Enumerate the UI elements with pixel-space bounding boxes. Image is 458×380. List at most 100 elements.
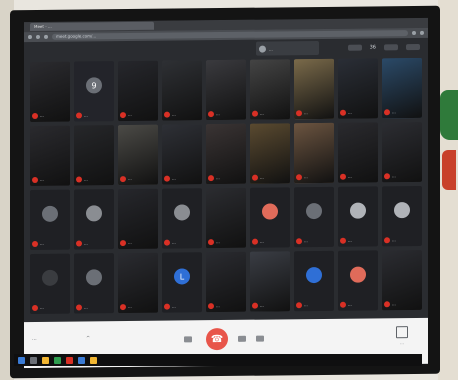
app-icon[interactable] xyxy=(66,356,73,364)
participant-tile[interactable]: ... xyxy=(382,121,422,183)
mic-off-icon xyxy=(384,301,390,308)
star-icon[interactable] xyxy=(412,30,416,36)
present-now-button[interactable]: ... xyxy=(392,326,412,345)
participant-name: ... xyxy=(260,238,264,244)
participant-name: ... xyxy=(128,303,132,310)
folder-icon[interactable] xyxy=(42,356,49,364)
presenter-chip[interactable]: ... xyxy=(256,41,319,56)
participant-name: ... xyxy=(40,176,44,182)
participant-name: ... xyxy=(172,303,176,309)
participant-tile[interactable]: ... xyxy=(338,58,378,119)
participant-name: ... xyxy=(348,109,352,115)
participant-tile[interactable]: ... xyxy=(30,125,70,187)
browser-tab[interactable]: Meet - ... xyxy=(30,21,154,32)
participant-tile[interactable]: ... xyxy=(250,187,290,248)
participant-name: ... xyxy=(392,109,396,115)
participant-tile[interactable]: ... xyxy=(162,188,202,249)
forward-icon[interactable] xyxy=(36,34,40,39)
mic-off-icon xyxy=(296,174,302,181)
participant-tile[interactable]: ... xyxy=(118,60,158,122)
participant-avatar xyxy=(86,205,102,222)
mic-off-icon xyxy=(76,112,82,119)
mic-off-icon xyxy=(384,109,390,116)
participant-tile[interactable]: ... xyxy=(74,125,114,186)
participant-tile[interactable]: ... xyxy=(338,250,378,311)
participant-name: ... xyxy=(172,111,176,117)
mic-off-icon xyxy=(120,304,126,311)
participant-tile[interactable]: ... xyxy=(162,60,202,121)
participant-tile[interactable]: L... xyxy=(162,252,202,313)
participant-tile[interactable]: ... xyxy=(74,189,114,250)
participant-tile[interactable]: ... xyxy=(118,252,158,314)
mic-off-icon xyxy=(32,112,38,120)
app-icon[interactable] xyxy=(78,356,85,364)
screen: Meet - ... meet.google.com/... 36 ... ..… xyxy=(24,17,428,369)
participant-tile[interactable]: ... xyxy=(206,123,246,185)
participant-tile[interactable]: ... xyxy=(382,185,422,247)
participant-name: ... xyxy=(172,175,176,181)
participant-tile[interactable]: ... xyxy=(250,59,290,120)
participant-name: ... xyxy=(260,302,264,308)
participant-name: ... xyxy=(216,303,220,309)
participant-tile[interactable]: ... xyxy=(206,59,246,121)
participant-tile[interactable]: ... xyxy=(294,186,334,248)
participant-tile[interactable]: ... xyxy=(30,189,70,251)
participant-tile[interactable]: ... xyxy=(30,61,70,123)
mic-off-icon xyxy=(76,304,82,311)
participant-avatar xyxy=(350,266,366,283)
participant-name: ... xyxy=(216,175,220,181)
chat-icon[interactable] xyxy=(384,44,398,51)
back-icon[interactable] xyxy=(28,35,32,40)
participant-tile[interactable]: ... xyxy=(294,58,334,120)
search-icon[interactable] xyxy=(30,356,37,364)
participant-tile[interactable]: ... xyxy=(74,253,114,314)
app-icon[interactable] xyxy=(54,356,61,364)
participant-avatar xyxy=(42,269,58,286)
participant-tile[interactable]: ... xyxy=(118,124,158,186)
participant-name: ... xyxy=(40,304,44,310)
participant-tile[interactable]: ... xyxy=(250,123,290,184)
participant-tile[interactable]: 9... xyxy=(74,61,114,122)
chevron-up-icon[interactable]: ^ xyxy=(86,335,90,341)
menu-icon[interactable] xyxy=(420,30,424,35)
participant-tile[interactable]: ... xyxy=(250,251,290,312)
mic-off-icon xyxy=(340,173,346,180)
participant-tile[interactable]: ... xyxy=(30,253,70,315)
participant-tile[interactable]: ... xyxy=(338,122,378,183)
phone-icon: ☎ xyxy=(210,333,224,345)
mic-icon[interactable] xyxy=(184,336,192,343)
mic-off-icon xyxy=(120,112,126,119)
mic-off-icon xyxy=(164,303,170,310)
hangup-button[interactable]: ☎ xyxy=(206,327,228,351)
mic-off-icon xyxy=(252,238,258,245)
mic-off-icon xyxy=(76,240,82,247)
taskbar xyxy=(14,354,422,366)
participant-avatar xyxy=(262,203,278,220)
participant-name: ... xyxy=(348,237,352,243)
participant-tile[interactable]: ... xyxy=(162,124,202,185)
participant-name: ... xyxy=(84,304,88,310)
captions-icon[interactable] xyxy=(256,335,264,342)
participant-name: ... xyxy=(260,110,264,116)
participant-tile[interactable]: ... xyxy=(294,122,334,184)
activities-icon[interactable] xyxy=(406,43,420,51)
mic-off-icon xyxy=(252,110,258,117)
chrome-icon[interactable] xyxy=(90,356,97,364)
meeting-details[interactable]: ... xyxy=(32,336,37,342)
participant-tile[interactable]: ... xyxy=(382,57,422,119)
start-icon[interactable] xyxy=(18,356,25,364)
camera-icon[interactable] xyxy=(238,335,246,342)
participant-tile[interactable]: ... xyxy=(118,188,158,250)
participant-tile[interactable]: ... xyxy=(206,187,246,249)
participant-name: ... xyxy=(128,111,132,118)
reload-icon[interactable] xyxy=(44,34,48,39)
people-icon[interactable] xyxy=(347,44,362,51)
participant-name: ... xyxy=(216,239,220,245)
mic-off-icon xyxy=(252,174,258,181)
participant-tile[interactable]: ... xyxy=(294,250,334,312)
participant-tile[interactable]: ... xyxy=(206,251,246,313)
participant-tile[interactable]: ... xyxy=(338,186,378,247)
participant-tile[interactable]: ... xyxy=(382,249,422,311)
plant-decor xyxy=(440,90,458,140)
participant-grid: ... 9....................................… xyxy=(30,57,422,315)
